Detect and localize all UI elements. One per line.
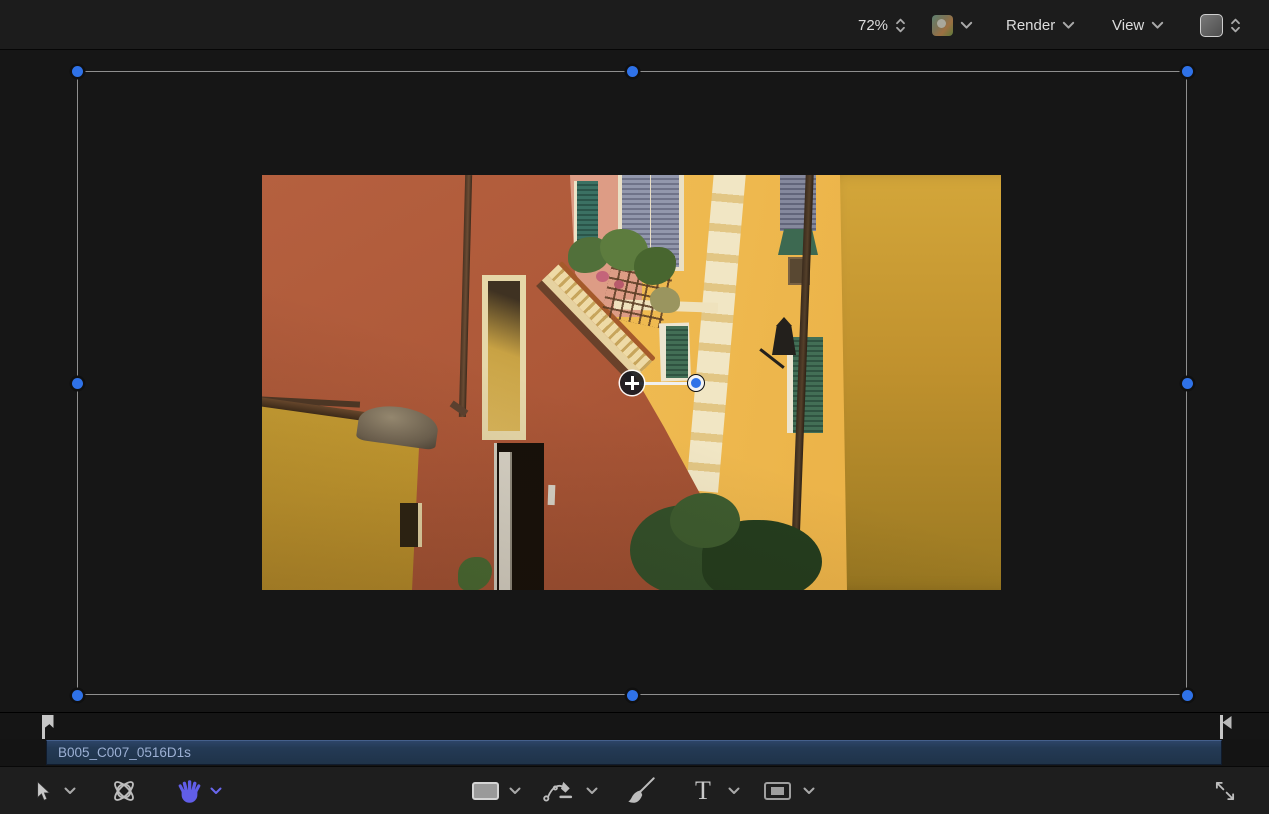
up-down-stepper-icon[interactable] [895, 17, 906, 34]
render-menu-label: Render [1006, 17, 1055, 34]
timeline-clip-row[interactable]: B005_C007_0516D1s [0, 739, 1269, 766]
timeline-clip-name: B005_C007_0516D1s [47, 741, 1221, 764]
rectangle-tool-button[interactable] [472, 767, 499, 814]
timeline-marker-row[interactable] [0, 712, 1269, 739]
selection-handle-middle-right[interactable] [1182, 378, 1193, 389]
color-channels-control[interactable] [932, 0, 973, 50]
render-menu[interactable]: Render [1006, 0, 1075, 50]
chevron-down-icon [509, 787, 521, 795]
expand-view-button[interactable] [1212, 767, 1238, 814]
view-menu-label: View [1112, 17, 1144, 34]
play-range-start-flag-icon [45, 715, 54, 728]
arrow-cursor-icon [34, 781, 52, 802]
bezier-tool-dropdown[interactable] [586, 767, 598, 814]
select-tool-dropdown[interactable] [64, 767, 76, 814]
image-mask-tool-dropdown[interactable] [803, 767, 815, 814]
selection-handle-bottom-right[interactable] [1182, 690, 1193, 701]
canvas-layout-control[interactable] [1200, 0, 1241, 50]
text-tool-button[interactable]: T [695, 767, 711, 814]
orbit-3d-tool-button[interactable] [110, 767, 138, 814]
chevron-down-icon [64, 787, 76, 795]
selection-handle-middle-left[interactable] [72, 378, 83, 389]
zoom-level-value: 72% [858, 17, 888, 34]
rectangle-tool-dropdown[interactable] [509, 767, 521, 814]
selection-handle-top-center[interactable] [627, 66, 638, 77]
selection-handle-top-left[interactable] [72, 66, 83, 77]
play-range-start-marker[interactable] [42, 715, 45, 739]
play-range-end-marker[interactable] [1220, 715, 1223, 739]
zoom-level-control[interactable]: 72% [858, 0, 906, 50]
viewer-canvas[interactable] [0, 50, 1269, 712]
canvas-layout-icon [1200, 14, 1223, 37]
anchor-point-crosshair-icon[interactable] [620, 371, 644, 395]
selection-handle-bottom-center[interactable] [627, 690, 638, 701]
bezier-tool-button[interactable] [542, 767, 574, 814]
paint-stroke-tool-button[interactable] [626, 767, 656, 814]
bezier-pen-icon [542, 778, 574, 804]
view-menu[interactable]: View [1112, 0, 1164, 50]
chevron-down-icon [210, 787, 222, 795]
timeline-clip[interactable]: B005_C007_0516D1s [46, 740, 1222, 765]
chevron-down-icon [586, 787, 598, 795]
hand-icon [176, 778, 203, 805]
motion-canvas-window: 72% Render View [0, 0, 1269, 814]
select-tool-button[interactable] [34, 767, 52, 814]
chevron-down-icon [960, 21, 973, 30]
image-mask-tool-button[interactable] [764, 767, 791, 814]
pan-tool-dropdown[interactable] [210, 767, 222, 814]
play-range-end-arrow-icon [1223, 716, 1232, 729]
chevron-down-icon [1062, 21, 1075, 30]
selection-handle-top-right[interactable] [1182, 66, 1193, 77]
paint-brush-icon [626, 776, 656, 806]
pan-tool-button[interactable] [176, 767, 203, 814]
chevron-down-icon [1151, 21, 1164, 30]
chevron-down-icon [803, 787, 815, 795]
image-mask-icon [764, 782, 791, 800]
up-down-stepper-icon[interactable] [1230, 17, 1241, 34]
selection-handle-bottom-left[interactable] [72, 690, 83, 701]
orbit-3d-icon [110, 777, 138, 805]
chevron-down-icon [728, 787, 740, 795]
tools-toolbar: T [0, 766, 1269, 814]
color-channels-icon [932, 15, 953, 36]
rectangle-shape-icon [472, 782, 499, 800]
text-tool-icon: T [695, 778, 711, 804]
anchor-point-handle[interactable] [688, 375, 704, 391]
expand-arrows-icon [1212, 778, 1238, 804]
viewer-toolbar: 72% Render View [0, 0, 1269, 50]
text-tool-dropdown[interactable] [728, 767, 740, 814]
